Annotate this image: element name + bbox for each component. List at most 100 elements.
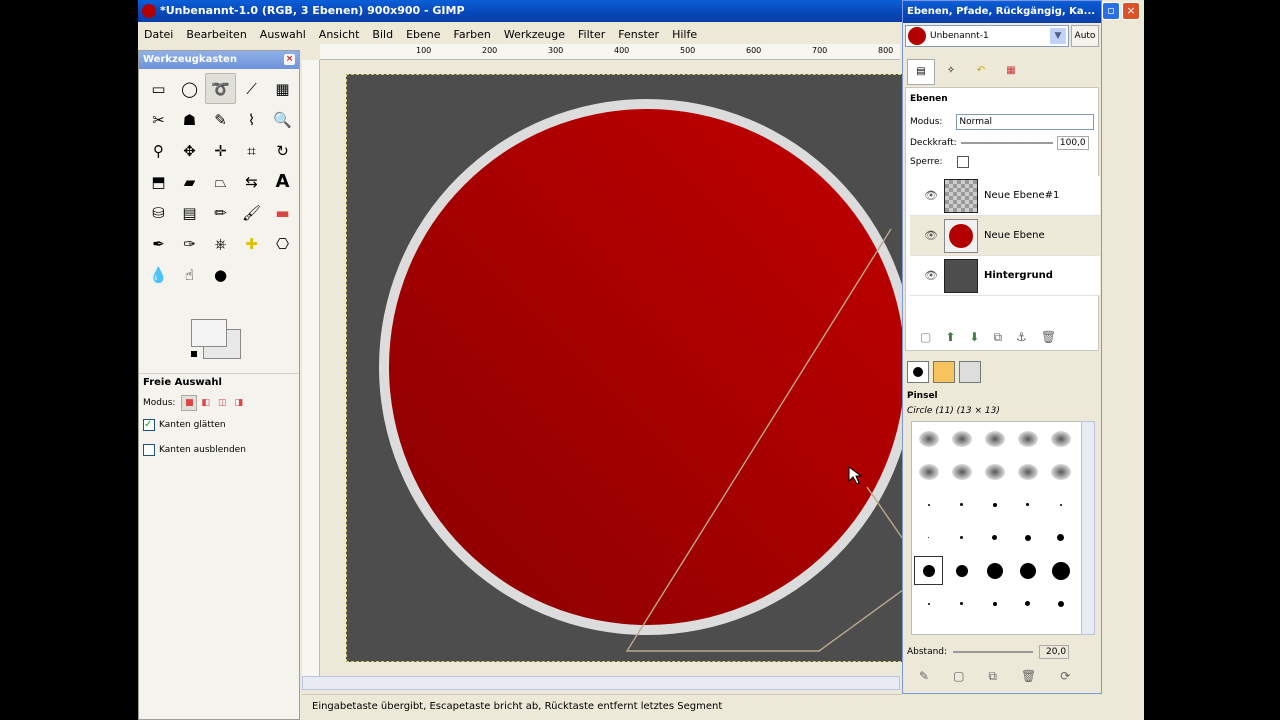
minimize-icon[interactable]: ▫ bbox=[1102, 2, 1120, 20]
color-select-icon[interactable]: ▦ bbox=[267, 73, 298, 104]
tab-layers-icon[interactable]: ▤ bbox=[907, 59, 935, 85]
brush-item[interactable] bbox=[945, 521, 978, 554]
lower-layer-icon[interactable]: ⬇ bbox=[969, 330, 979, 345]
brush-item[interactable] bbox=[945, 455, 978, 488]
brush-item[interactable] bbox=[1011, 587, 1044, 620]
flip-icon[interactable]: ⇆ bbox=[236, 166, 267, 197]
brush-item[interactable] bbox=[1044, 455, 1077, 488]
scissors-icon[interactable]: ✂ bbox=[143, 104, 174, 135]
measure-icon[interactable]: ⚲ bbox=[143, 135, 174, 166]
vertical-ruler[interactable] bbox=[302, 60, 320, 684]
brush-item[interactable] bbox=[978, 422, 1011, 455]
rect-select-icon[interactable]: ▭ bbox=[143, 73, 174, 104]
delete-brush-icon[interactable]: 🗑 bbox=[1021, 669, 1036, 684]
brush-item[interactable] bbox=[1011, 554, 1044, 587]
brush-item[interactable] bbox=[978, 488, 1011, 521]
paintbrush-icon[interactable]: 🖌 bbox=[236, 197, 267, 228]
brush-item[interactable] bbox=[945, 587, 978, 620]
brush-item[interactable] bbox=[1044, 488, 1077, 521]
brush-item[interactable] bbox=[912, 554, 945, 587]
default-colors-icon[interactable] bbox=[191, 351, 197, 357]
airbrush-icon[interactable]: ✒ bbox=[143, 228, 174, 259]
lock-alpha-checkbox[interactable] bbox=[956, 156, 969, 168]
antialias-checkbox[interactable]: ✓ bbox=[143, 419, 155, 431]
horizontal-scrollbar[interactable] bbox=[302, 676, 900, 690]
layer-mode-select[interactable]: Normal bbox=[956, 114, 1095, 130]
bucket-fill-icon[interactable]: ⛁ bbox=[143, 197, 174, 228]
shear-icon[interactable]: ▰ bbox=[174, 166, 205, 197]
edit-brush-icon[interactable]: ✎ bbox=[919, 669, 929, 684]
ellipse-select-icon[interactable]: ◯ bbox=[174, 73, 205, 104]
menu-farben[interactable]: Farben bbox=[454, 28, 491, 41]
brush-item[interactable] bbox=[1011, 455, 1044, 488]
duplicate-brush-icon[interactable]: ⧉ bbox=[988, 669, 997, 684]
menu-bearbeiten[interactable]: Bearbeiten bbox=[186, 28, 246, 41]
color-picker-icon[interactable]: ⌇ bbox=[236, 104, 267, 135]
brush-item[interactable] bbox=[945, 554, 978, 587]
mode-add-icon[interactable]: ◧ bbox=[201, 398, 210, 408]
menu-filter[interactable]: Filter bbox=[578, 28, 605, 41]
eye-icon[interactable]: 👁 bbox=[924, 269, 938, 282]
brush-item[interactable] bbox=[945, 488, 978, 521]
tab-channels-icon[interactable]: ▦ bbox=[997, 59, 1025, 85]
ink-icon[interactable]: ✑ bbox=[174, 228, 205, 259]
tab-gradients-icon[interactable] bbox=[959, 361, 981, 383]
crop-icon[interactable]: ⌗ bbox=[236, 135, 267, 166]
chevron-down-icon[interactable]: ▼ bbox=[1050, 28, 1066, 44]
pencil-icon[interactable]: ✏ bbox=[205, 197, 236, 228]
delete-layer-icon[interactable]: 🗑 bbox=[1041, 330, 1056, 345]
foreground-select-icon[interactable]: ☗ bbox=[174, 104, 205, 135]
opacity-slider[interactable] bbox=[960, 142, 1053, 144]
brush-item[interactable] bbox=[1044, 422, 1077, 455]
anchor-layer-icon[interactable]: ⚓ bbox=[1016, 330, 1027, 345]
move-icon[interactable]: ✥ bbox=[174, 135, 205, 166]
paths-icon[interactable]: ✎ bbox=[205, 104, 236, 135]
new-layer-icon[interactable]: ▢ bbox=[920, 330, 931, 345]
mode-replace-icon[interactable]: ■ bbox=[181, 395, 198, 411]
scale-icon[interactable]: ⬒ bbox=[143, 166, 174, 197]
eraser-icon[interactable]: ▬ bbox=[267, 197, 298, 228]
menu-bild[interactable]: Bild bbox=[372, 28, 393, 41]
blend-icon[interactable]: ▤ bbox=[174, 197, 205, 228]
brush-item[interactable] bbox=[978, 554, 1011, 587]
close-window-icon[interactable]: × bbox=[1122, 2, 1140, 20]
zoom-icon[interactable]: 🔍 bbox=[267, 104, 298, 135]
brush-item[interactable] bbox=[978, 455, 1011, 488]
duplicate-layer-icon[interactable]: ⧉ bbox=[993, 330, 1002, 345]
menu-ansicht[interactable]: Ansicht bbox=[319, 28, 360, 41]
spacing-slider[interactable] bbox=[953, 651, 1034, 653]
brush-item[interactable] bbox=[1044, 554, 1077, 587]
layer-row[interactable]: 👁 Neue Ebene#1 bbox=[910, 176, 1100, 216]
spacing-value[interactable]: 20,0 bbox=[1039, 645, 1070, 659]
raise-layer-icon[interactable]: ⬆ bbox=[945, 330, 955, 345]
align-icon[interactable]: ✛ bbox=[205, 135, 236, 166]
eye-icon[interactable]: 👁 bbox=[924, 229, 938, 242]
brush-item[interactable] bbox=[1044, 587, 1077, 620]
menu-werkzeuge[interactable]: Werkzeuge bbox=[504, 28, 565, 41]
tab-undo-icon[interactable]: ↶ bbox=[967, 59, 995, 85]
brush-item[interactable] bbox=[912, 455, 945, 488]
new-brush-icon[interactable]: ▢ bbox=[953, 669, 964, 684]
menu-fenster[interactable]: Fenster bbox=[618, 28, 659, 41]
menu-datei[interactable]: Datei bbox=[144, 28, 173, 41]
brush-item[interactable] bbox=[1011, 521, 1044, 554]
brush-item[interactable] bbox=[945, 422, 978, 455]
opacity-value[interactable]: 100,0 bbox=[1056, 136, 1089, 150]
image-selector[interactable]: Unbenannt-1 ▼ bbox=[905, 25, 1069, 47]
mode-subtract-icon[interactable]: ◫ bbox=[218, 398, 227, 408]
brush-item[interactable] bbox=[912, 587, 945, 620]
feather-checkbox[interactable] bbox=[143, 444, 155, 456]
brush-item[interactable] bbox=[912, 422, 945, 455]
horizontal-ruler[interactable]: 100 200 300 400 500 600 700 800 bbox=[320, 44, 900, 60]
text-icon[interactable]: A bbox=[267, 166, 298, 197]
menu-auswahl[interactable]: Auswahl bbox=[260, 28, 306, 41]
rotate-icon[interactable]: ↻ bbox=[267, 135, 298, 166]
foreground-color-swatch[interactable] bbox=[191, 319, 227, 347]
image-canvas[interactable] bbox=[346, 74, 915, 662]
brush-item[interactable] bbox=[1011, 422, 1044, 455]
smudge-icon[interactable]: ☝ bbox=[174, 259, 205, 290]
close-icon[interactable]: × bbox=[284, 54, 295, 65]
tab-brushes-icon[interactable] bbox=[907, 361, 929, 383]
layer-row[interactable]: 👁 Hintergrund bbox=[910, 256, 1100, 296]
menu-ebene[interactable]: Ebene bbox=[406, 28, 440, 41]
